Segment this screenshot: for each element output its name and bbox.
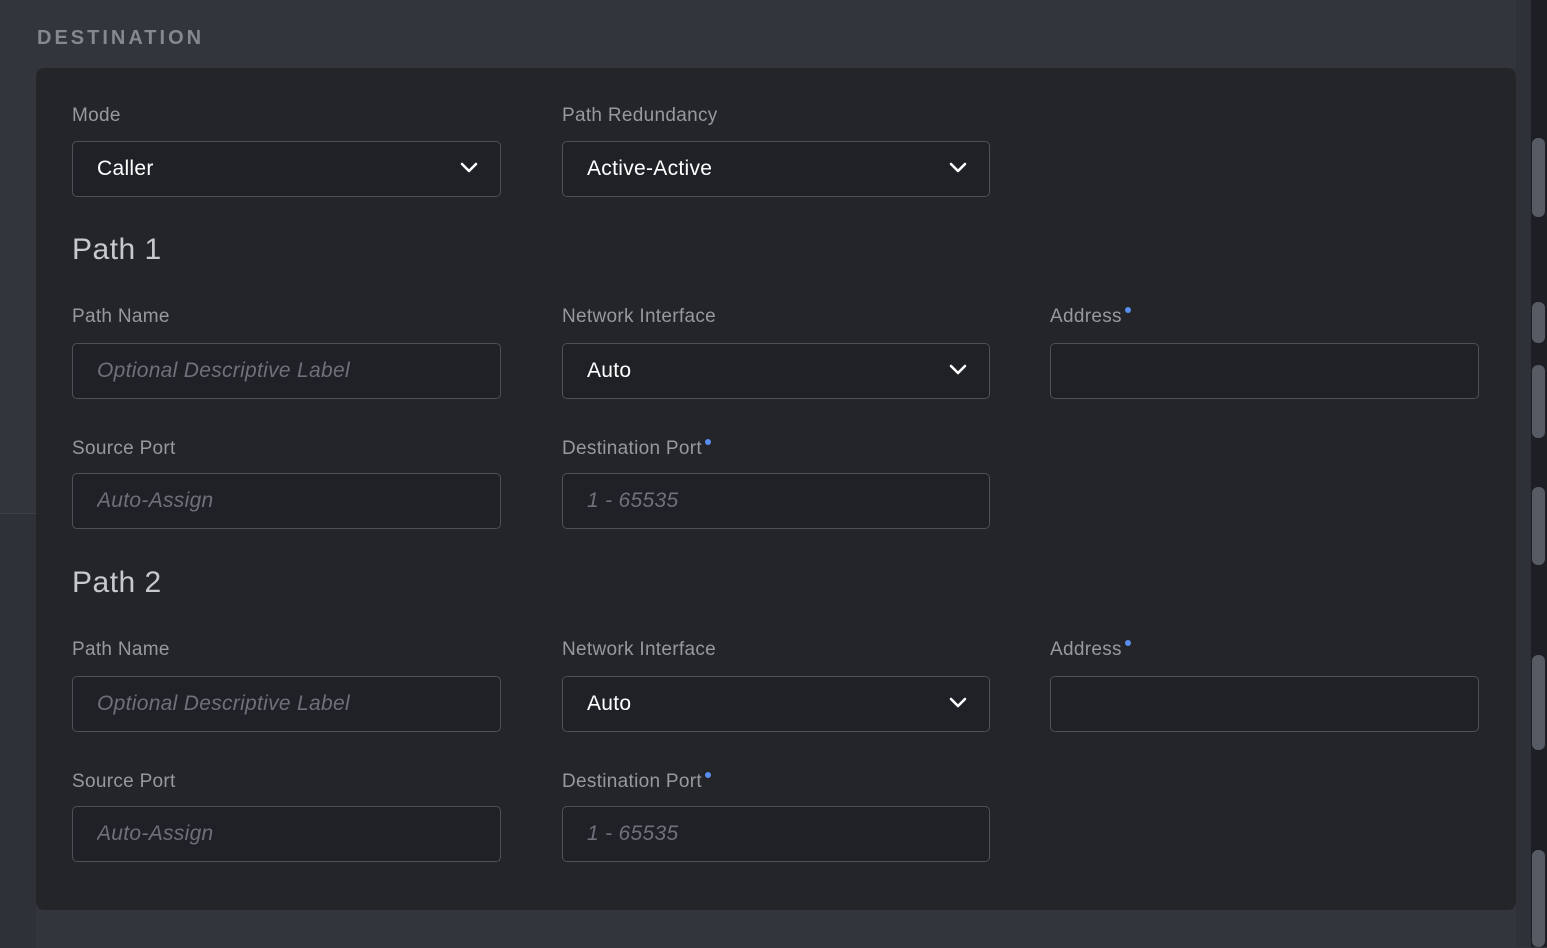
path-1-name-field: [72, 343, 501, 399]
path-1-name-input[interactable]: [73, 344, 500, 398]
required-dot-icon: [705, 439, 711, 445]
chevron-down-icon: [949, 160, 967, 178]
path-1-heading: Path 1: [72, 233, 162, 267]
path-1-destination-port-field: [562, 473, 990, 529]
path-2-destination-port-field: [562, 806, 990, 862]
path-1-network-interface-label: Network Interface: [562, 306, 716, 328]
background-gap: [1516, 0, 1531, 947]
path-1-network-interface-value: Auto: [587, 359, 631, 383]
path-2-source-port-field: [72, 806, 501, 862]
path-2-address-field: [1050, 676, 1479, 732]
chevron-down-icon: [460, 160, 478, 178]
background-panel-edge: [0, 513, 36, 948]
path-2-name-label: Path Name: [72, 639, 170, 661]
path-2-source-port-label: Source Port: [72, 771, 176, 793]
path-1-name-label: Path Name: [72, 306, 170, 328]
path-2-network-interface-value: Auto: [587, 692, 631, 716]
path-redundancy-select[interactable]: Active-Active: [562, 141, 990, 197]
path-2-address-label: Address: [1050, 639, 1131, 661]
path-2-name-input[interactable]: [73, 677, 500, 731]
scrollbar-thumb[interactable]: [1532, 655, 1545, 750]
chevron-down-icon: [949, 695, 967, 713]
path-1-network-interface-select[interactable]: Auto: [562, 343, 990, 399]
scrollbar-thumb[interactable]: [1532, 302, 1545, 343]
path-1-source-port-label: Source Port: [72, 438, 176, 460]
required-dot-icon: [1125, 307, 1131, 313]
required-dot-icon: [705, 772, 711, 778]
path-2-destination-port-label: Destination Port: [562, 771, 711, 793]
path-2-network-interface-select[interactable]: Auto: [562, 676, 990, 732]
scrollbar-thumb[interactable]: [1532, 365, 1545, 438]
mode-select-value: Caller: [97, 157, 154, 181]
required-dot-icon: [1125, 640, 1131, 646]
path-2-destination-port-input[interactable]: [563, 807, 989, 861]
scrollbar-thumb[interactable]: [1532, 487, 1545, 565]
path-1-destination-port-label: Destination Port: [562, 438, 711, 460]
path-1-destination-port-input[interactable]: [563, 474, 989, 528]
mode-label: Mode: [72, 105, 121, 127]
path-2-network-interface-label: Network Interface: [562, 639, 716, 661]
mode-select[interactable]: Caller: [72, 141, 501, 197]
path-2-source-port-input[interactable]: [73, 807, 500, 861]
section-title: DESTINATION: [37, 27, 204, 50]
chevron-down-icon: [949, 362, 967, 380]
path-redundancy-label: Path Redundancy: [562, 105, 718, 127]
destination-panel: DESTINATION Mode Caller Path Redundancy …: [0, 0, 1547, 947]
path-1-address-label: Address: [1050, 306, 1131, 328]
path-2-heading: Path 2: [72, 566, 162, 600]
path-2-address-input[interactable]: [1051, 677, 1478, 731]
path-2-name-field: [72, 676, 501, 732]
path-1-address-input[interactable]: [1051, 344, 1478, 398]
scrollbar-thumb[interactable]: [1532, 850, 1545, 947]
path-1-source-port-field: [72, 473, 501, 529]
path-redundancy-select-value: Active-Active: [587, 157, 712, 181]
path-1-address-field: [1050, 343, 1479, 399]
scrollbar-thumb[interactable]: [1532, 138, 1545, 217]
scrollbar-track[interactable]: [1531, 0, 1547, 947]
path-1-source-port-input[interactable]: [73, 474, 500, 528]
